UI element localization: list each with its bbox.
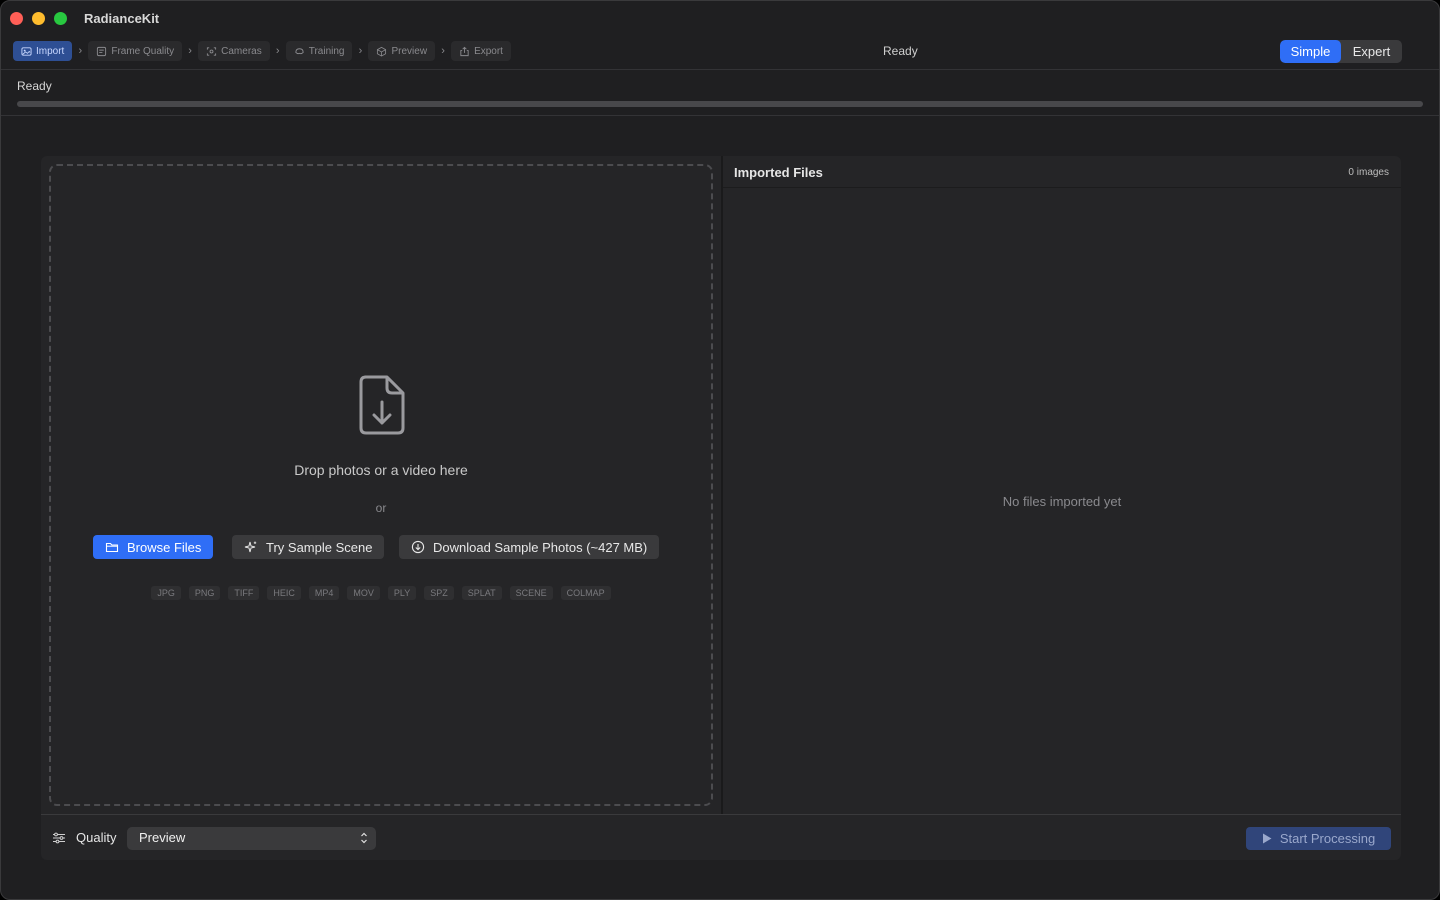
- frame-quality-icon: [97, 46, 107, 56]
- download-sample-photos-button[interactable]: Download Sample Photos (~427 MB): [399, 535, 660, 559]
- format-badge: COLMAP: [560, 586, 611, 600]
- supported-formats: JPG PNG TIFF HEIC MP4 MOV PLY SPZ SPLAT …: [51, 586, 711, 600]
- toolbar-status: Ready: [883, 44, 918, 58]
- step-label: Frame Quality: [111, 45, 175, 57]
- quality-selected-value: Preview: [139, 830, 186, 845]
- app-window: RadianceKit Import › Frame Quality › Cam…: [0, 0, 1440, 900]
- bottom-bar: Quality Preview Start Processing: [41, 814, 1401, 860]
- browse-files-button[interactable]: Browse Files: [93, 535, 214, 559]
- start-processing-button[interactable]: Start Processing: [1246, 827, 1391, 850]
- maximize-window-button[interactable]: [54, 11, 67, 25]
- imported-files-title: Imported Files: [734, 165, 823, 180]
- step-export[interactable]: Export: [451, 41, 511, 61]
- export-icon: [460, 46, 469, 56]
- drop-prompt: Drop photos or a video here: [294, 462, 468, 478]
- format-badge: HEIC: [267, 586, 301, 600]
- format-badge: SPLAT: [461, 586, 502, 600]
- step-cameras[interactable]: Cameras: [198, 41, 270, 61]
- chevron-right-icon: ›: [78, 45, 83, 57]
- try-sample-scene-label: Try Sample Scene: [266, 539, 373, 555]
- up-down-chevron-icon: [361, 832, 367, 844]
- drop-zone[interactable]: Drop photos or a video here or Browse Fi…: [49, 164, 713, 806]
- browse-files-label: Browse Files: [127, 539, 202, 555]
- play-icon: [1262, 833, 1272, 844]
- minimize-window-button[interactable]: [32, 11, 45, 25]
- mode-switcher: Simple Expert: [1280, 40, 1402, 63]
- start-processing-label: Start Processing: [1279, 831, 1376, 846]
- step-preview[interactable]: Preview: [368, 41, 436, 61]
- empty-state-text: No files imported yet: [1002, 494, 1122, 509]
- step-import[interactable]: Import: [13, 41, 73, 61]
- step-label: Export: [474, 45, 503, 57]
- format-badge: TIFF: [228, 586, 260, 600]
- step-label: Import: [36, 45, 65, 57]
- mode-expert-button[interactable]: Expert: [1341, 40, 1402, 63]
- training-icon: [295, 47, 304, 54]
- format-badge: PLY: [387, 586, 417, 600]
- chevron-right-icon: ›: [358, 45, 363, 57]
- quality-select[interactable]: Preview: [127, 827, 376, 850]
- document-download-icon: [359, 375, 405, 435]
- format-badge: MP4: [308, 586, 340, 600]
- format-badge: JPG: [151, 586, 181, 600]
- status-label: Ready: [17, 79, 52, 93]
- window-controls: [10, 11, 67, 25]
- quality-label: Quality: [76, 830, 117, 845]
- try-sample-scene-button[interactable]: Try Sample Scene: [232, 535, 385, 559]
- format-badge: SPZ: [424, 586, 454, 600]
- import-icon: [21, 46, 32, 56]
- toolbar: Import › Frame Quality › Cameras › Train…: [1, 35, 1439, 70]
- preview-icon: [377, 46, 387, 57]
- step-label: Cameras: [221, 45, 262, 57]
- status-area: Ready: [1, 71, 1439, 116]
- format-badge: MOV: [347, 586, 380, 600]
- imported-files-panel: Imported Files 0 images No files importe…: [723, 156, 1401, 814]
- folder-icon: [105, 542, 119, 553]
- format-badge: SCENE: [509, 586, 553, 600]
- step-frame-quality[interactable]: Frame Quality: [88, 41, 183, 61]
- step-label: Training: [308, 45, 345, 57]
- step-training[interactable]: Training: [285, 41, 353, 61]
- imported-files-header: Imported Files 0 images: [723, 156, 1401, 188]
- image-count: 0 images: [1348, 167, 1389, 178]
- download-circle-icon: [411, 540, 425, 554]
- main-panel: Drop photos or a video here or Browse Fi…: [41, 156, 1401, 860]
- step-label: Preview: [391, 45, 428, 57]
- workflow-steps: Import › Frame Quality › Cameras › Train…: [13, 41, 511, 61]
- download-sample-photos-label: Download Sample Photos (~427 MB): [433, 539, 648, 555]
- or-separator: or: [375, 501, 387, 515]
- title-bar: RadianceKit: [1, 1, 1439, 35]
- sliders-icon: [53, 832, 65, 844]
- format-badge: PNG: [188, 586, 221, 600]
- cameras-icon: [207, 46, 217, 56]
- chevron-right-icon: ›: [188, 45, 192, 57]
- close-window-button[interactable]: [10, 11, 23, 25]
- chevron-right-icon: ›: [275, 45, 280, 57]
- mode-simple-button[interactable]: Simple: [1280, 40, 1341, 63]
- sparkles-icon: [244, 541, 257, 553]
- progress-bar: [17, 101, 1423, 107]
- chevron-right-icon: ›: [441, 45, 445, 57]
- app-title: RadianceKit: [84, 10, 160, 26]
